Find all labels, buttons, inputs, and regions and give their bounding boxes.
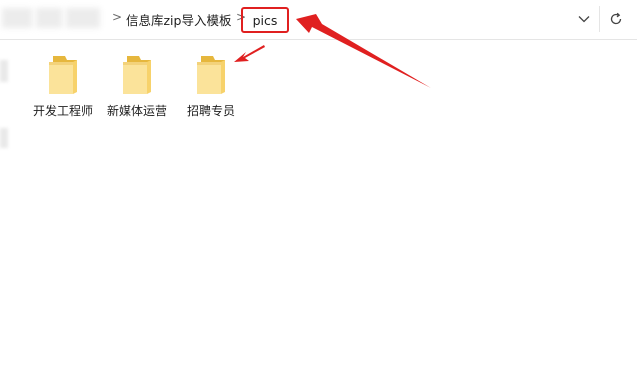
folder-item-2[interactable]: 新媒体运营: [100, 50, 174, 122]
folder-icon: [123, 56, 151, 94]
address-history-dropdown-button[interactable]: [573, 9, 595, 29]
refresh-button[interactable]: [604, 8, 628, 30]
folder-item-1[interactable]: 开发工程师: [26, 50, 100, 122]
address-bar[interactable]: > 信息库zip导入模板 > pics: [0, 0, 637, 40]
file-explorer-window: > 信息库zip导入模板 > pics 开发工程师 新媒体运营 招聘专员: [0, 0, 637, 387]
chevron-down-icon: [578, 16, 590, 23]
redacted-nav-item: [0, 128, 8, 148]
redacted-nav-item: [0, 60, 8, 82]
redacted-path-segment: [2, 8, 32, 28]
refresh-icon: [610, 12, 622, 25]
folder-item-3[interactable]: 招聘专员: [174, 50, 248, 122]
folder-label: 新媒体运营: [106, 104, 167, 118]
redacted-path-segment: [66, 8, 100, 28]
address-bar-divider: [599, 6, 600, 32]
folder-icon: [197, 56, 225, 94]
current-folder-label: pics: [252, 12, 278, 28]
breadcrumb-current-folder[interactable]: pics: [241, 7, 289, 33]
redacted-path-segment: [36, 8, 62, 28]
breadcrumb-parent-folder[interactable]: 信息库zip导入模板: [126, 10, 231, 29]
folder-icon: [49, 56, 77, 94]
folder-label: 开发工程师: [32, 104, 93, 118]
breadcrumb-separator: >: [112, 10, 123, 24]
folder-label: 招聘专员: [186, 104, 235, 118]
